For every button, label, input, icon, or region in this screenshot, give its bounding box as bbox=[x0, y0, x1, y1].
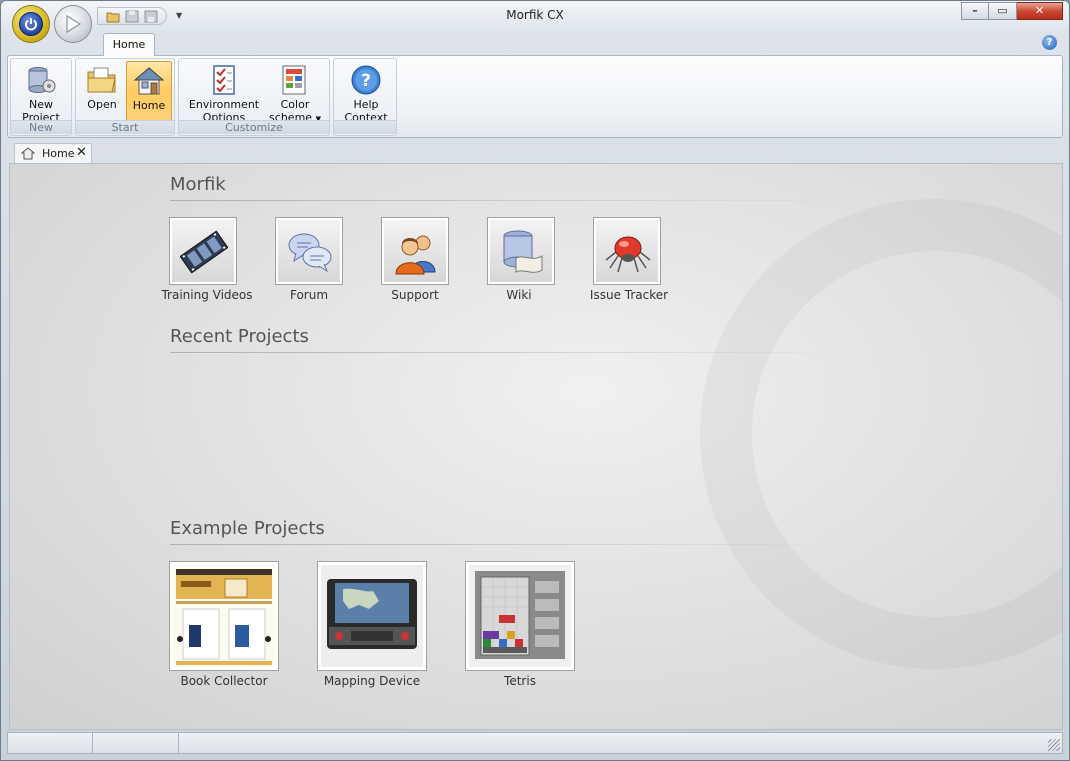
environment-options-label-1: Environment bbox=[188, 98, 260, 111]
chat-bubbles-icon bbox=[288, 233, 332, 273]
svg-text:?: ? bbox=[361, 71, 371, 91]
example-mapping-device-tile[interactable] bbox=[317, 561, 427, 671]
close-button[interactable]: ✕ bbox=[1017, 2, 1063, 20]
environment-options-button[interactable]: Environment Options bbox=[185, 61, 263, 124]
support-tile[interactable] bbox=[381, 217, 449, 285]
doc-tab-home[interactable]: Home ✕ bbox=[14, 143, 92, 163]
bug-icon bbox=[605, 236, 651, 273]
help-context-button[interactable]: ? Help Context bbox=[338, 61, 394, 124]
example-tetris-label[interactable]: Tetris bbox=[445, 674, 595, 688]
book-collector-thumbnail bbox=[173, 565, 275, 667]
section-title-recent-projects: Recent Projects bbox=[170, 326, 309, 347]
background-watermark bbox=[700, 199, 1062, 669]
people-icon bbox=[395, 235, 436, 275]
example-book-collector-label[interactable]: Book Collector bbox=[149, 674, 299, 688]
example-mapping-device-label[interactable]: Mapping Device bbox=[297, 674, 447, 688]
new-project-label-1: New bbox=[29, 98, 53, 111]
window-title: Morfik CX bbox=[506, 8, 564, 22]
new-project-button[interactable]: New Project bbox=[13, 61, 69, 124]
wiki-tile[interactable] bbox=[487, 217, 555, 285]
help-icon[interactable]: ? bbox=[1042, 35, 1057, 50]
issue-tracker-tile[interactable] bbox=[593, 217, 661, 285]
home-label: Home bbox=[132, 99, 166, 112]
wiki-label[interactable]: Wiki bbox=[459, 288, 579, 302]
training-videos-tile[interactable] bbox=[169, 217, 237, 285]
issue-tracker-label[interactable]: Issue Tracker bbox=[569, 288, 689, 302]
maximize-button[interactable]: ▭ bbox=[989, 2, 1017, 20]
database-scroll-icon bbox=[503, 230, 543, 273]
section-divider bbox=[170, 200, 860, 201]
group-label-customize: Customize bbox=[179, 120, 329, 134]
status-separator bbox=[178, 733, 179, 754]
home-button[interactable]: Home bbox=[126, 61, 172, 121]
color-scheme-button[interactable]: Color scheme ▼ bbox=[267, 61, 323, 124]
help-context-label-1: Help bbox=[353, 98, 379, 111]
minimize-icon: – bbox=[972, 4, 978, 17]
ribbon-group-start: Open Home Start bbox=[75, 58, 175, 136]
open-button[interactable]: Open bbox=[80, 61, 124, 121]
doc-tab-close-icon[interactable]: ✕ bbox=[76, 145, 87, 160]
doc-tab-label: Home bbox=[42, 147, 75, 160]
color-scheme-icon bbox=[282, 65, 306, 95]
forum-tile[interactable] bbox=[275, 217, 343, 285]
group-label-new: New bbox=[11, 120, 71, 134]
section-divider bbox=[170, 544, 860, 545]
new-project-icon bbox=[28, 67, 56, 93]
section-divider bbox=[170, 352, 860, 353]
status-bar bbox=[7, 732, 1063, 754]
support-label[interactable]: Support bbox=[355, 288, 475, 302]
ribbon-group-new: New Project New bbox=[10, 58, 72, 136]
ribbon: New Project New Open Home Start Environm… bbox=[7, 55, 1063, 138]
section-title-example-projects: Example Projects bbox=[170, 518, 325, 539]
section-title-morfik: Morfik bbox=[170, 174, 226, 195]
open-folder-icon bbox=[87, 67, 116, 93]
app-window: ▼ Morfik CX – ▭ ✕ Home ? New Project New… bbox=[0, 0, 1070, 761]
mapping-device-thumbnail bbox=[321, 565, 423, 667]
ribbon-group-help: ? Help Context bbox=[333, 58, 397, 136]
ribbon-group-customize: Environment Options Color scheme ▼ Custo… bbox=[178, 58, 330, 136]
resize-grip-icon[interactable] bbox=[1048, 739, 1060, 751]
close-icon: ✕ bbox=[1034, 4, 1045, 17]
film-icon bbox=[180, 230, 228, 274]
help-icon: ? bbox=[351, 65, 381, 95]
status-separator bbox=[92, 733, 93, 754]
checklist-icon bbox=[213, 65, 235, 95]
window-controls: – ▭ ✕ bbox=[961, 2, 1063, 21]
tetris-thumbnail bbox=[469, 565, 571, 667]
group-label-help bbox=[334, 120, 396, 134]
open-label: Open bbox=[87, 98, 117, 111]
home-page: Morfik Training Videos Forum Support Wik… bbox=[9, 163, 1063, 730]
tab-home[interactable]: Home bbox=[103, 33, 155, 56]
example-book-collector-tile[interactable] bbox=[169, 561, 279, 671]
home-icon bbox=[133, 67, 165, 95]
group-label-start: Start bbox=[76, 120, 174, 134]
maximize-icon: ▭ bbox=[997, 4, 1008, 17]
home-icon bbox=[21, 147, 35, 160]
color-scheme-label-1: Color bbox=[280, 98, 310, 111]
forum-label[interactable]: Forum bbox=[249, 288, 369, 302]
minimize-button[interactable]: – bbox=[961, 2, 989, 20]
example-tetris-tile[interactable] bbox=[465, 561, 575, 671]
title-bar: ▼ Morfik CX – ▭ ✕ bbox=[1, 1, 1069, 42]
